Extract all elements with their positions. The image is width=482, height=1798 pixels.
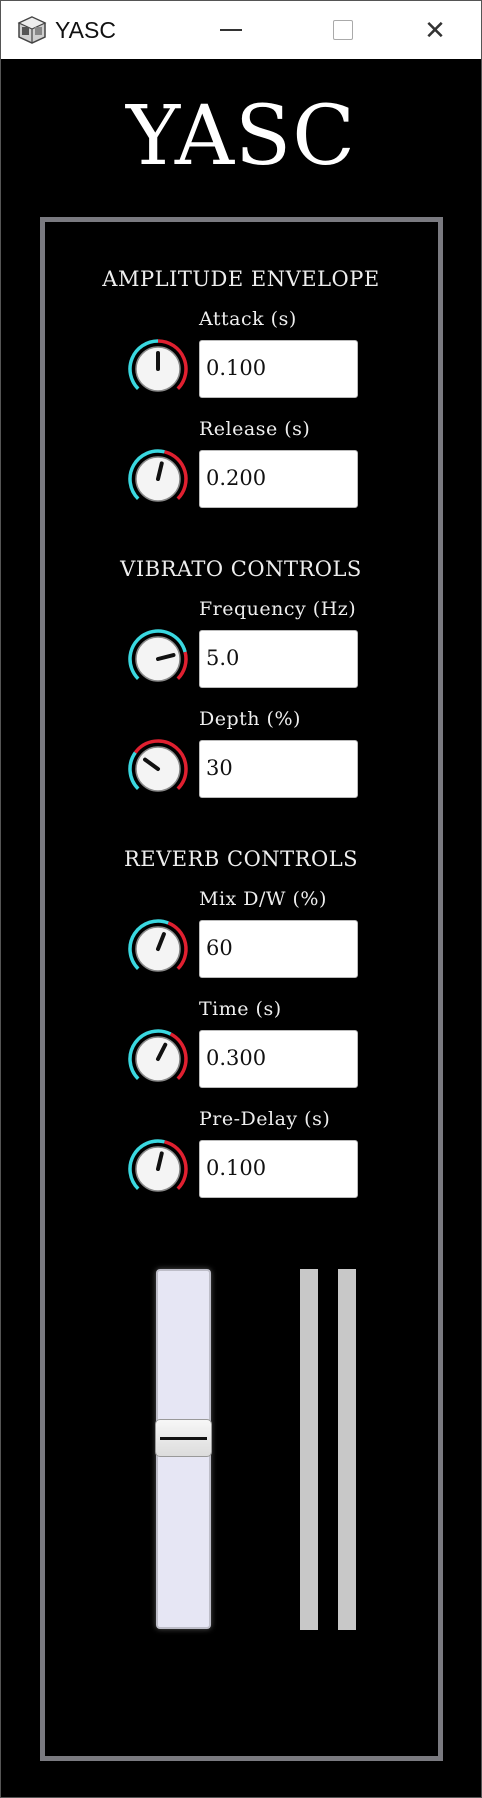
release-knob[interactable]: [127, 448, 189, 510]
frequency-input[interactable]: 5.0: [199, 630, 358, 688]
mix-input[interactable]: 60: [199, 920, 358, 978]
frequency-label: Frequency (Hz): [199, 598, 357, 620]
app-heading: YASC: [126, 89, 356, 184]
attack-label: Attack (s): [199, 308, 297, 330]
predelay-input[interactable]: 0.100: [199, 1140, 358, 1198]
mix-label: Mix D/W (%): [199, 888, 327, 910]
vibrato-section-title: VIBRATO CONTROLS: [120, 557, 362, 581]
depth-label: Depth (%): [199, 708, 301, 730]
maximize-icon: [333, 20, 353, 40]
release-label: Release (s): [199, 418, 311, 440]
release-input[interactable]: 0.200: [199, 450, 358, 508]
cube-icon: [17, 16, 47, 44]
time-knob[interactable]: [127, 1028, 189, 1090]
controls-panel: [40, 217, 443, 1761]
level-meter-left: [300, 1269, 318, 1630]
window-title: YASC: [55, 17, 116, 43]
amplitude-section-title: AMPLITUDE ENVELOPE: [102, 267, 380, 291]
attack-knob[interactable]: [127, 338, 189, 400]
mix-knob[interactable]: [127, 918, 189, 980]
volume-slider-handle[interactable]: [155, 1419, 212, 1457]
close-icon: ✕: [424, 14, 446, 45]
minimize-icon: [220, 29, 242, 31]
time-label: Time (s): [199, 998, 282, 1020]
frequency-knob[interactable]: [127, 628, 189, 690]
time-input[interactable]: 0.300: [199, 1030, 358, 1088]
minimize-button[interactable]: [195, 1, 267, 59]
depth-knob[interactable]: [127, 738, 189, 800]
maximize-button[interactable]: [307, 1, 379, 59]
slider-grip: [160, 1437, 207, 1440]
reverb-section-title: REVERB CONTROLS: [123, 847, 359, 871]
attack-input[interactable]: 0.100: [199, 340, 358, 398]
level-meter-right: [338, 1269, 356, 1630]
depth-input[interactable]: 30: [199, 740, 358, 798]
title-bar[interactable]: YASC ✕: [1, 1, 481, 59]
predelay-label: Pre-Delay (s): [199, 1108, 331, 1130]
predelay-knob[interactable]: [127, 1138, 189, 1200]
close-button[interactable]: ✕: [399, 1, 471, 59]
app-window: YASC ✕ YASC AMPLITUDE ENVELOPE Attack (s…: [0, 0, 482, 1798]
